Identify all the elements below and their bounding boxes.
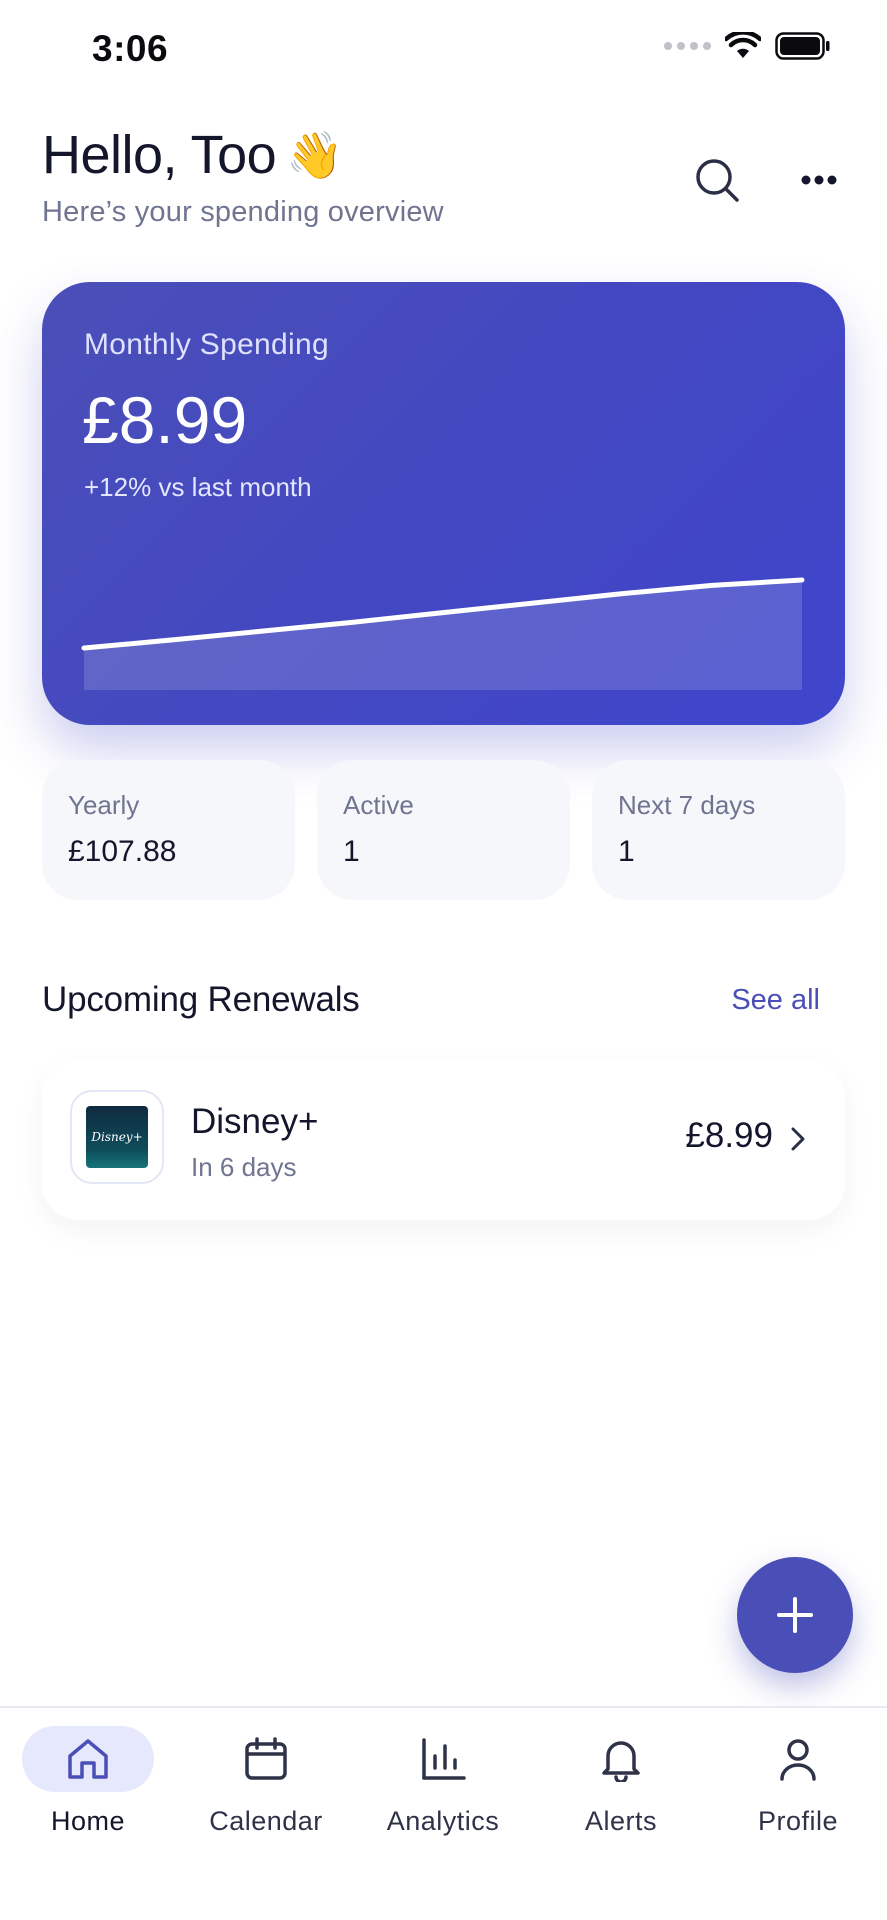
status-icons: [664, 32, 831, 60]
spending-change: +12% vs last month: [84, 472, 312, 502]
tab-icon-wrap: [732, 1726, 864, 1792]
add-subscription-button[interactable]: [737, 1557, 853, 1673]
stat-label: Next 7 days: [618, 790, 756, 820]
renewal-due: In 6 days: [191, 1152, 297, 1182]
bell-icon: [602, 1741, 640, 1782]
home-icon: [68, 1739, 108, 1779]
greeting-header: Hello, Too 👋 Here’s your spending overvi…: [42, 124, 444, 229]
tab-label: Alerts: [584, 1806, 658, 1836]
more-button[interactable]: [795, 156, 843, 204]
top-actions: [693, 156, 843, 204]
trend-area: [84, 580, 802, 690]
status-time: 3:06: [92, 28, 169, 69]
tab-label: Profile: [757, 1806, 839, 1836]
stat-active[interactable]: Active 1: [317, 760, 570, 900]
bottom-tab-bar: Home Calendar Analytics Alerts Profile: [0, 1706, 887, 1920]
disney-plus-logo: Disney+: [70, 1090, 164, 1184]
spending-trend-chart: [81, 577, 805, 690]
stats-row: Yearly £107.88 Active 1 Next 7 days 1: [42, 760, 845, 900]
user-icon: [780, 1739, 816, 1781]
stat-value: £107.88: [68, 835, 177, 868]
tab-alerts[interactable]: Alerts: [541, 1726, 701, 1837]
tab-label: Calendar: [209, 1806, 323, 1836]
more-horizontal-icon: [801, 175, 837, 185]
tab-icon-wrap: [377, 1726, 509, 1792]
greeting-text: Hello, Too: [42, 125, 277, 185]
wifi-icon: [725, 32, 761, 58]
stat-value: 1: [343, 835, 360, 868]
renewal-price: £8.99: [685, 1116, 773, 1155]
renewal-name: Disney+: [191, 1102, 319, 1141]
spending-label: Monthly Spending: [84, 328, 329, 361]
tab-home[interactable]: Home: [8, 1726, 168, 1837]
spending-amount: £8.99: [82, 383, 248, 457]
upcoming-renewals-header: Upcoming Renewals See all: [42, 980, 820, 1020]
chevron-right-icon: [791, 1127, 805, 1151]
tab-profile[interactable]: Profile: [718, 1726, 878, 1837]
stat-label: Active: [343, 790, 414, 820]
see-all-link[interactable]: See all: [731, 984, 820, 1017]
section-title: Upcoming Renewals: [42, 980, 360, 1019]
disney-plus-logo-icon: Disney+: [86, 1106, 148, 1168]
tab-icon-wrap: [200, 1726, 332, 1792]
stat-next-7-days[interactable]: Next 7 days 1: [592, 760, 845, 900]
plus-icon: [777, 1597, 813, 1633]
calendar-icon: [245, 1737, 287, 1780]
tab-label: Home: [50, 1806, 126, 1836]
tab-calendar[interactable]: Calendar: [186, 1726, 346, 1837]
tab-analytics[interactable]: Analytics: [363, 1726, 523, 1837]
renewal-item[interactable]: Disney+ Disney+ In 6 days £8.99: [42, 1060, 845, 1220]
tab-label: Analytics: [386, 1806, 500, 1836]
bar-chart-icon: [422, 1738, 466, 1780]
greeting-title: Hello, Too 👋: [42, 124, 444, 186]
tab-icon-wrap: [22, 1726, 154, 1792]
search-icon: [696, 159, 739, 202]
monthly-spending-card[interactable]: Monthly Spending £8.99 +12% vs last mont…: [42, 282, 845, 725]
cellular-signal-icon: [664, 42, 711, 50]
search-button[interactable]: [693, 156, 741, 204]
stat-value: 1: [618, 835, 635, 868]
stat-yearly[interactable]: Yearly £107.88: [42, 760, 295, 900]
battery-icon: [775, 32, 830, 60]
tab-icon-wrap: [555, 1726, 687, 1792]
stat-label: Yearly: [68, 790, 140, 820]
greeting-subtitle: Here’s your spending overview: [42, 196, 444, 228]
wave-emoji-icon: 👋: [286, 128, 343, 181]
status-bar: 3:06: [0, 0, 887, 100]
